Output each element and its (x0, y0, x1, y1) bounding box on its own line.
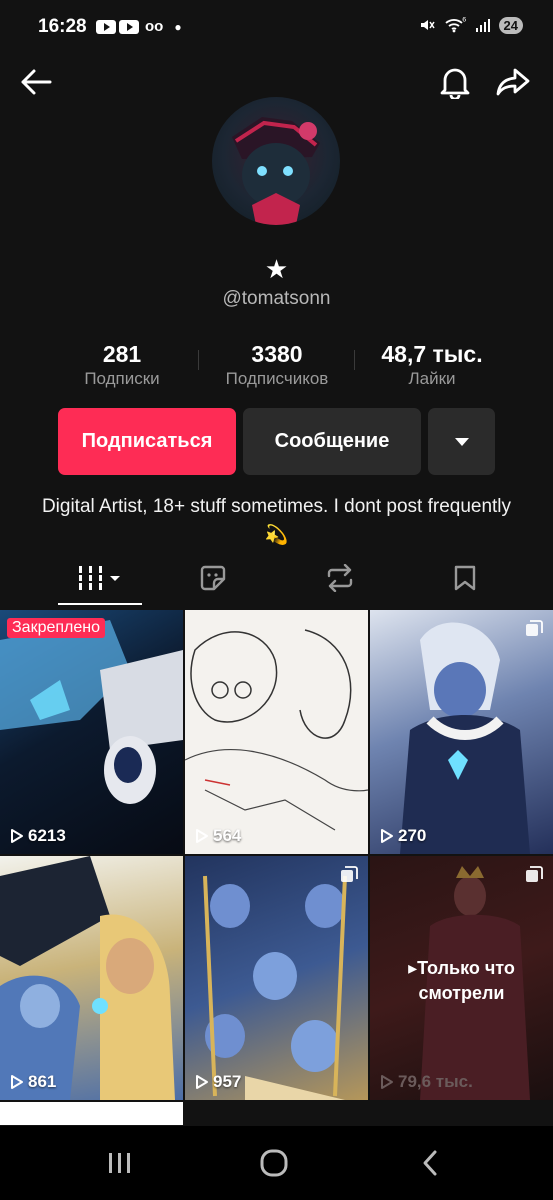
share-button[interactable] (493, 64, 533, 100)
view-count: 6213 (10, 826, 66, 846)
view-count: 564 (195, 826, 241, 846)
multi-image-icon (341, 866, 358, 882)
signal-icon (475, 19, 490, 32)
stat-value: 48,7 тыс. (381, 341, 483, 367)
signal-label: ⁶ (462, 15, 467, 27)
thumbnail-artwork (0, 856, 175, 1100)
suggested-accounts-button[interactable] (428, 408, 495, 475)
tab-videos[interactable] (40, 555, 160, 601)
stat-divider (354, 350, 355, 370)
video-thumbnail[interactable]: Закреплено 6213 (0, 610, 183, 854)
stickers-icon (200, 565, 226, 591)
video-thumbnail[interactable]: 861 (0, 856, 183, 1100)
play-icon (381, 829, 393, 843)
home-icon (260, 1149, 288, 1177)
pinned-badge: Закреплено (7, 618, 105, 638)
mute-icon (421, 20, 435, 30)
view-count: 270 (380, 826, 426, 846)
status-bar: 16:28 oo ● ⁶ 24 (0, 0, 553, 56)
share-arrow-icon (496, 68, 530, 96)
battery-icon: 24 (498, 16, 523, 34)
stat-label: Лайки (408, 369, 456, 388)
chevron-left-icon (423, 1150, 437, 1176)
stat-label: Подписки (84, 369, 160, 388)
thumbnail-artwork (400, 622, 530, 854)
just-watched-label: ▸Только что смотрели (370, 956, 553, 1006)
view-count-value: 957 (213, 1072, 242, 1091)
status-notification-icons: oo ● (96, 18, 182, 35)
stat-likes[interactable]: 48,7 тыс. Лайки (362, 340, 502, 390)
tab-stickers[interactable] (153, 555, 273, 601)
message-button[interactable]: Сообщение (243, 408, 421, 475)
bell-icon (440, 68, 470, 99)
youtube-icon (119, 19, 139, 34)
view-count-value: 6213 (28, 826, 66, 845)
tab-active-indicator (58, 603, 142, 605)
view-count: 957 (195, 1072, 241, 1092)
home-button[interactable] (254, 1148, 294, 1178)
back-button[interactable] (16, 64, 56, 100)
stat-label: Подписчиков (225, 369, 329, 388)
reposts-icon (327, 564, 353, 592)
view-count: 79,6 тыс. (380, 1072, 473, 1092)
multi-image-icon (526, 866, 543, 882)
tab-saved[interactable] (405, 555, 525, 601)
video-thumbnail[interactable]: 270 (370, 610, 553, 854)
saved-icon (454, 565, 476, 591)
avatar[interactable] (212, 97, 340, 225)
view-count-value: 79,6 тыс. (398, 1072, 473, 1091)
play-icon (11, 829, 23, 843)
recent-apps-button[interactable] (100, 1148, 140, 1178)
avatar-artwork (232, 117, 320, 225)
view-count: 861 (10, 1072, 56, 1092)
play-icon (196, 829, 208, 843)
stat-followers[interactable]: 3380 Подписчиков (206, 340, 348, 390)
username: @tomatsonn (222, 288, 331, 309)
follow-button[interactable]: Подписаться (58, 408, 236, 475)
video-thumbnail[interactable]: 957 (185, 856, 368, 1100)
status-time: 16:28 (38, 16, 87, 37)
stat-following[interactable]: 281 Подписки (54, 340, 190, 390)
play-icon (11, 1075, 23, 1089)
thumbnail-artwork (203, 875, 347, 1100)
video-thumbnail[interactable]: 564 (185, 610, 368, 854)
play-icon (381, 1075, 393, 1089)
view-count-value: 564 (213, 826, 242, 845)
display-name: ★ (264, 254, 289, 284)
tab-reposts[interactable] (280, 555, 400, 601)
caret-down-icon (454, 437, 469, 446)
videos-grid-icon (77, 566, 120, 590)
content-tabs (0, 555, 553, 607)
profile-stats: 281 Подписки 3380 Подписчиков 48,7 тыс. … (0, 340, 553, 396)
play-icon (196, 1075, 208, 1089)
multi-image-icon (526, 620, 543, 636)
stat-value: 281 (102, 341, 142, 367)
dot-icon: ● (174, 19, 182, 34)
recent-apps-icon (109, 1153, 130, 1173)
thumbnail-artwork (185, 629, 368, 831)
status-system-icons: ⁶ 24 (418, 15, 523, 34)
video-thumbnail[interactable] (0, 1102, 183, 1125)
wifi-icon (445, 19, 463, 33)
voicemail-icon: oo (145, 18, 164, 35)
system-back-button[interactable] (410, 1148, 450, 1178)
system-navigation-bar (0, 1126, 553, 1200)
thumbnail-artwork (0, 620, 183, 804)
notifications-button[interactable] (435, 64, 475, 100)
stat-divider (198, 350, 199, 370)
view-count-value: 861 (28, 1072, 57, 1091)
video-grid: Закреплено 6213 564 270 861 957 ▸Только … (0, 610, 553, 1125)
video-thumbnail[interactable]: ▸Только что смотрели 79,6 тыс. (370, 856, 553, 1100)
stat-value: 3380 (251, 341, 303, 367)
profile-bio: Digital Artist, 18+ stuff sometimes. I d… (41, 496, 512, 546)
just-watched-text: ▸Только что смотрели (408, 958, 515, 1003)
view-count-value: 270 (398, 826, 427, 845)
profile-actions: Подписаться Сообщение (0, 408, 553, 476)
arrow-left-icon (21, 69, 52, 95)
youtube-icon (96, 19, 116, 34)
